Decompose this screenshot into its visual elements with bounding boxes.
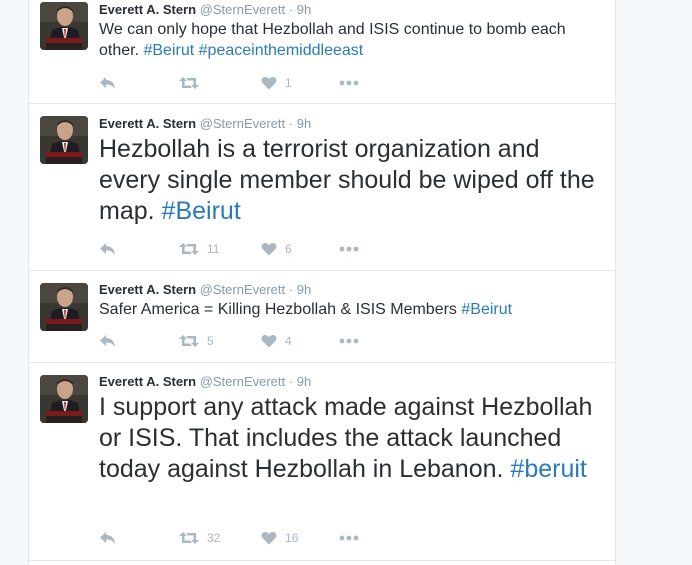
tweet-header: Everett A. Stern @SternEverett · 9h: [99, 2, 311, 17]
like-button[interactable]: 16: [261, 529, 298, 547]
tweet-actions: 5 4: [99, 332, 399, 350]
more-button[interactable]: [339, 74, 359, 92]
author-handle[interactable]: @SternEverett: [200, 374, 285, 389]
like-count: 4: [285, 334, 292, 348]
author-name[interactable]: Everett A. Stern: [99, 2, 196, 17]
heart-icon: [261, 242, 277, 256]
like-count: 16: [285, 531, 299, 545]
more-dots-icon: [339, 246, 359, 252]
heart-icon: [261, 76, 277, 90]
retweet-count: 32: [207, 531, 221, 545]
tweet-text: Safer America = Killing Hezbollah & ISIS…: [99, 299, 604, 320]
hashtag-link[interactable]: #beruit: [510, 455, 586, 483]
author-name[interactable]: Everett A. Stern: [99, 116, 196, 131]
avatar[interactable]: [40, 116, 88, 164]
avatar[interactable]: [40, 283, 88, 331]
tweet[interactable]: Everett A. Stern @SternEverett · 9h We c…: [29, 0, 615, 104]
reply-icon: [99, 242, 117, 256]
author-handle[interactable]: @SternEverett: [200, 116, 285, 131]
tweet-text: Hezbollah is a terrorist organization an…: [99, 134, 604, 227]
timestamp[interactable]: 9h: [297, 2, 311, 17]
separator: ·: [288, 116, 294, 131]
heart-icon: [261, 531, 277, 545]
author-handle[interactable]: @SternEverett: [200, 282, 285, 297]
author-name[interactable]: Everett A. Stern: [99, 282, 196, 297]
hashtag-link[interactable]: #Beirut: [143, 42, 194, 59]
reply-button[interactable]: [99, 529, 117, 547]
timestamp[interactable]: 9h: [297, 374, 311, 389]
reply-icon: [99, 334, 117, 348]
tweet-header: Everett A. Stern @SternEverett · 9h: [99, 374, 311, 389]
retweet-icon: [179, 242, 199, 256]
reply-icon: [99, 76, 117, 90]
like-count: 1: [285, 76, 292, 90]
tweet-header: Everett A. Stern @SternEverett · 9h: [99, 282, 311, 297]
retweet-count: 5: [207, 334, 214, 348]
retweet-button[interactable]: 11: [179, 240, 219, 258]
like-button[interactable]: 6: [261, 240, 292, 258]
more-dots-icon: [339, 535, 359, 541]
author-handle[interactable]: @SternEverett: [200, 2, 285, 17]
more-button[interactable]: [339, 240, 359, 258]
retweet-button[interactable]: 32: [179, 529, 220, 547]
reply-button[interactable]: [99, 74, 117, 92]
tweet-actions: 1: [99, 74, 399, 92]
hashtag-link[interactable]: #Beirut: [461, 301, 512, 318]
reply-icon: [99, 531, 117, 545]
like-count: 6: [285, 242, 292, 256]
reply-button[interactable]: [99, 240, 117, 258]
like-button[interactable]: 1: [261, 74, 292, 92]
tweet-actions: 11 6: [99, 240, 399, 258]
tweet-timeline: Everett A. Stern @SternEverett · 9h We c…: [28, 0, 616, 565]
more-dots-icon: [339, 338, 359, 344]
retweet-icon: [179, 334, 199, 348]
reply-button[interactable]: [99, 332, 117, 350]
separator: ·: [288, 282, 294, 297]
tweet-text: I support any attack made against Hezbol…: [99, 392, 604, 485]
more-dots-icon: [339, 80, 359, 86]
tweet-text-content: Safer America = Killing Hezbollah & ISIS…: [99, 301, 457, 318]
separator: ·: [288, 2, 294, 17]
tweet-actions: 32 16: [99, 529, 399, 547]
hashtag-link[interactable]: #peaceinthemiddleeast: [199, 42, 364, 59]
more-button[interactable]: [339, 529, 359, 547]
retweet-icon: [179, 76, 199, 90]
timestamp[interactable]: 9h: [297, 116, 311, 131]
retweet-button[interactable]: [179, 74, 207, 92]
tweet-text: We can only hope that Hezbollah and ISIS…: [99, 19, 604, 61]
tweet[interactable]: Everett A. Stern @SternEverett · 9h Safe…: [29, 271, 615, 363]
retweet-icon: [179, 531, 199, 545]
timestamp[interactable]: 9h: [297, 282, 311, 297]
author-name[interactable]: Everett A. Stern: [99, 374, 196, 389]
like-button[interactable]: 4: [261, 332, 292, 350]
avatar[interactable]: [40, 2, 88, 50]
retweet-count: 11: [207, 242, 220, 256]
tweet[interactable]: Everett A. Stern @SternEverett · 9h I su…: [29, 363, 615, 561]
tweet-header: Everett A. Stern @SternEverett · 9h: [99, 116, 311, 131]
separator: ·: [288, 374, 294, 389]
retweet-button[interactable]: 5: [179, 332, 214, 350]
heart-icon: [261, 334, 277, 348]
hashtag-link[interactable]: #Beirut: [162, 197, 241, 225]
more-button[interactable]: [339, 332, 359, 350]
tweet[interactable]: Everett A. Stern @SternEverett · 9h Hezb…: [29, 104, 615, 271]
avatar[interactable]: [40, 375, 88, 423]
